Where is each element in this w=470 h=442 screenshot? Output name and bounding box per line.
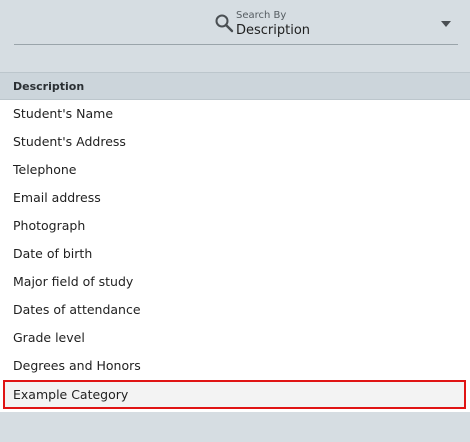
chevron-down-icon[interactable]: [441, 21, 451, 27]
search-by-value: Description: [236, 23, 311, 38]
footer-bar: [0, 412, 470, 442]
list-item[interactable]: Dates of attendance: [0, 296, 470, 324]
list-item[interactable]: Grade level: [0, 324, 470, 352]
search-underline: [14, 44, 458, 45]
list-item[interactable]: Photograph: [0, 212, 470, 240]
search-by-field[interactable]: Search By Description: [0, 0, 470, 72]
list-item[interactable]: Major field of study: [0, 268, 470, 296]
list-item[interactable]: Email address: [0, 184, 470, 212]
list-item[interactable]: Student's Address: [0, 128, 470, 156]
column-header-label: Description: [13, 80, 85, 93]
search-by-text: Search By Description: [236, 9, 310, 39]
list-item[interactable]: Telephone: [0, 156, 470, 184]
search-icon: [215, 14, 234, 33]
column-header-description[interactable]: Description: [0, 72, 470, 100]
list-item[interactable]: Student's Name: [0, 100, 470, 128]
search-by-label: Search By: [236, 10, 287, 21]
description-list: Student's Name Student's Address Telepho…: [0, 100, 470, 412]
list-item[interactable]: Degrees and Honors: [0, 352, 470, 380]
list-item-selected[interactable]: Example Category: [3, 380, 466, 409]
list-item[interactable]: Date of birth: [0, 240, 470, 268]
